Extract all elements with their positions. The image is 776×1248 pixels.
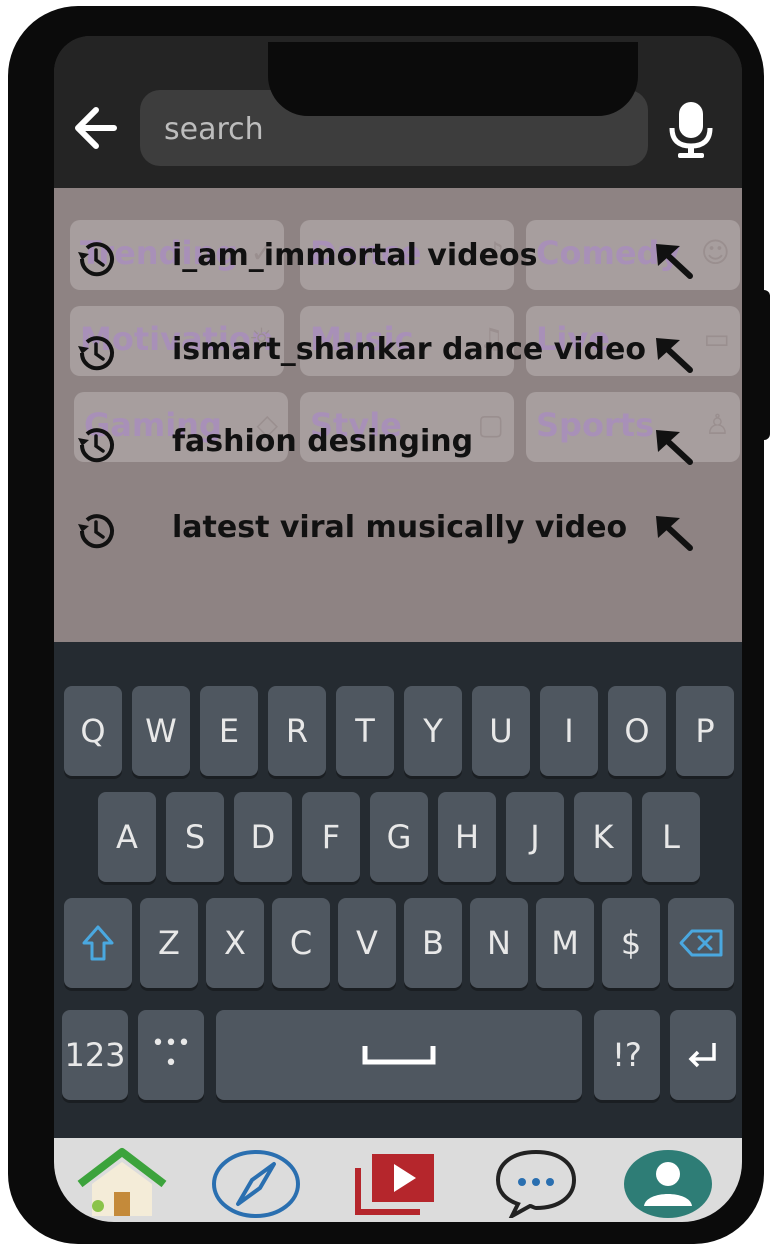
key[interactable]: Y bbox=[404, 686, 462, 776]
key[interactable]: Q bbox=[64, 686, 122, 776]
history-item-text: ismart_shankar dance video bbox=[172, 332, 646, 367]
key[interactable]: B bbox=[404, 898, 462, 988]
home-icon[interactable] bbox=[74, 1146, 170, 1218]
key[interactable]: W bbox=[132, 686, 190, 776]
key[interactable]: D bbox=[234, 792, 292, 882]
fill-query-arrow-icon[interactable] bbox=[650, 236, 698, 284]
on-screen-keyboard: Q W E R T Y U I O P A S D F G H J K L Z … bbox=[54, 642, 742, 1138]
key[interactable]: K bbox=[574, 792, 632, 882]
key[interactable]: L bbox=[642, 792, 700, 882]
key[interactable]: X bbox=[206, 898, 264, 988]
search-history-item[interactable]: latest viral musically video bbox=[54, 496, 742, 566]
shift-icon bbox=[82, 925, 114, 961]
backspace-icon bbox=[679, 929, 723, 957]
explore-compass-icon[interactable] bbox=[208, 1146, 304, 1218]
key[interactable]: C bbox=[272, 898, 330, 988]
history-item-text: latest viral musically video bbox=[172, 510, 628, 545]
enter-key[interactable] bbox=[670, 1010, 736, 1100]
history-icon bbox=[78, 242, 114, 277]
search-history-item[interactable]: ismart_shankar dance video bbox=[54, 318, 742, 388]
key[interactable]: I bbox=[540, 686, 598, 776]
key[interactable]: O bbox=[608, 686, 666, 776]
history-icon bbox=[78, 514, 114, 549]
dot-icon: • bbox=[164, 1051, 178, 1076]
history-icon bbox=[78, 336, 114, 371]
backspace-key[interactable] bbox=[668, 898, 734, 988]
key[interactable]: F bbox=[302, 792, 360, 882]
page: Trending ✓ Dance ♪ Comedy ☺ Motivation ☼… bbox=[0, 0, 776, 1248]
phone-screen: Trending ✓ Dance ♪ Comedy ☺ Motivation ☼… bbox=[54, 36, 742, 1222]
fill-query-arrow-icon[interactable] bbox=[650, 422, 698, 470]
key[interactable]: $ bbox=[602, 898, 660, 988]
key[interactable]: R bbox=[268, 686, 326, 776]
emoji-punct-key[interactable]: ••• • bbox=[138, 1010, 204, 1100]
key[interactable]: M bbox=[536, 898, 594, 988]
key[interactable]: N bbox=[470, 898, 528, 988]
profile-icon[interactable] bbox=[620, 1146, 716, 1218]
key[interactable]: E bbox=[200, 686, 258, 776]
history-item-text: fashion desinging bbox=[172, 424, 474, 459]
numbers-key[interactable]: 123 bbox=[62, 1010, 128, 1100]
history-item-text: i_am_immortal videos bbox=[172, 238, 538, 273]
fill-query-arrow-icon[interactable] bbox=[650, 508, 698, 556]
key[interactable]: T bbox=[336, 686, 394, 776]
video-library-icon[interactable] bbox=[350, 1146, 446, 1218]
space-icon bbox=[362, 1046, 436, 1065]
space-bar[interactable] bbox=[216, 1010, 582, 1100]
camera-notch bbox=[268, 42, 638, 116]
key[interactable]: H bbox=[438, 792, 496, 882]
microphone-icon[interactable] bbox=[664, 100, 718, 160]
key[interactable]: S bbox=[166, 792, 224, 882]
enter-icon bbox=[688, 1043, 716, 1068]
key[interactable]: A bbox=[98, 792, 156, 882]
bottom-navigation bbox=[54, 1138, 742, 1222]
key[interactable]: V bbox=[338, 898, 396, 988]
search-suggestions-panel: Trending ✓ Dance ♪ Comedy ☺ Motivation ☼… bbox=[54, 188, 742, 642]
key[interactable]: G bbox=[370, 792, 428, 882]
search-history-item[interactable]: i_am_immortal videos bbox=[54, 224, 742, 294]
search-history-item[interactable]: fashion desinging bbox=[54, 410, 742, 480]
history-icon bbox=[78, 428, 114, 463]
key[interactable]: P bbox=[676, 686, 734, 776]
fill-query-arrow-icon[interactable] bbox=[650, 330, 698, 378]
back-arrow-icon[interactable] bbox=[68, 100, 124, 156]
messages-icon[interactable] bbox=[488, 1146, 584, 1218]
shift-key[interactable] bbox=[64, 898, 132, 988]
key[interactable]: Z bbox=[140, 898, 198, 988]
punctuation-key[interactable]: !? bbox=[594, 1010, 660, 1100]
key[interactable]: J bbox=[506, 792, 564, 882]
key[interactable]: U bbox=[472, 686, 530, 776]
